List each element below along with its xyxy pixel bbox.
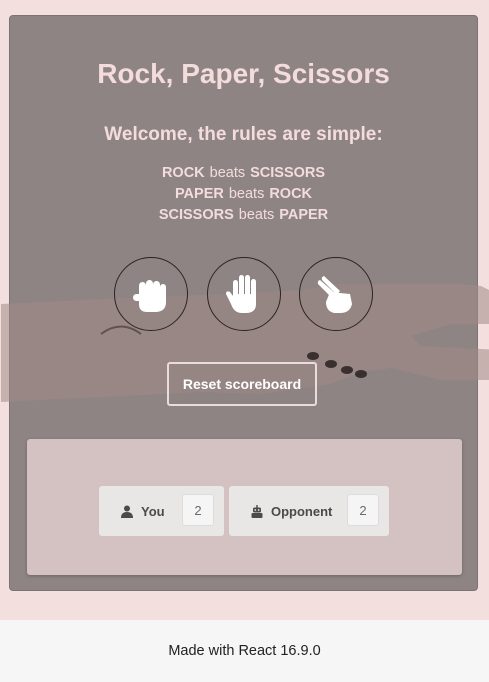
user-icon bbox=[121, 505, 133, 518]
footer-text: Made with React 16.9.0 bbox=[168, 643, 321, 659]
opponent-score-value: 2 bbox=[347, 494, 379, 526]
rule-paper: PAPER beats ROCK bbox=[174, 186, 313, 202]
player-score: You 2 bbox=[99, 486, 224, 536]
footer: Made with React 16.9.0 bbox=[0, 620, 489, 682]
rules-heading: Welcome, the rules are simple: bbox=[104, 124, 383, 145]
scissors-button[interactable] bbox=[299, 257, 373, 331]
rule-scissors: SCISSORS beats PAPER bbox=[158, 207, 329, 223]
scoreboard: You 2 Opponent 2 bbox=[27, 439, 462, 575]
opponent-score: Opponent 2 bbox=[229, 486, 389, 536]
game-card: Rock, Paper, Scissors Welcome, the rules… bbox=[1, 15, 489, 591]
player-label: You bbox=[141, 503, 165, 519]
page-title: Rock, Paper, Scissors bbox=[97, 58, 390, 89]
robot-icon bbox=[251, 504, 263, 518]
paper-button[interactable] bbox=[207, 257, 281, 331]
reset-scoreboard-button[interactable]: Reset scoreboard bbox=[167, 362, 317, 406]
player-score-value: 2 bbox=[182, 494, 214, 526]
rule-rock: ROCK beats SCISSORS bbox=[161, 165, 326, 181]
opponent-label: Opponent bbox=[271, 503, 333, 519]
fist-icon bbox=[133, 280, 166, 312]
rock-button[interactable] bbox=[114, 257, 188, 331]
scissors-hand-icon bbox=[317, 276, 352, 313]
open-hand-icon bbox=[226, 275, 256, 313]
rules-list: ROCK beats SCISSORS PAPER beats ROCK SCISSOR… bbox=[10, 163, 477, 226]
